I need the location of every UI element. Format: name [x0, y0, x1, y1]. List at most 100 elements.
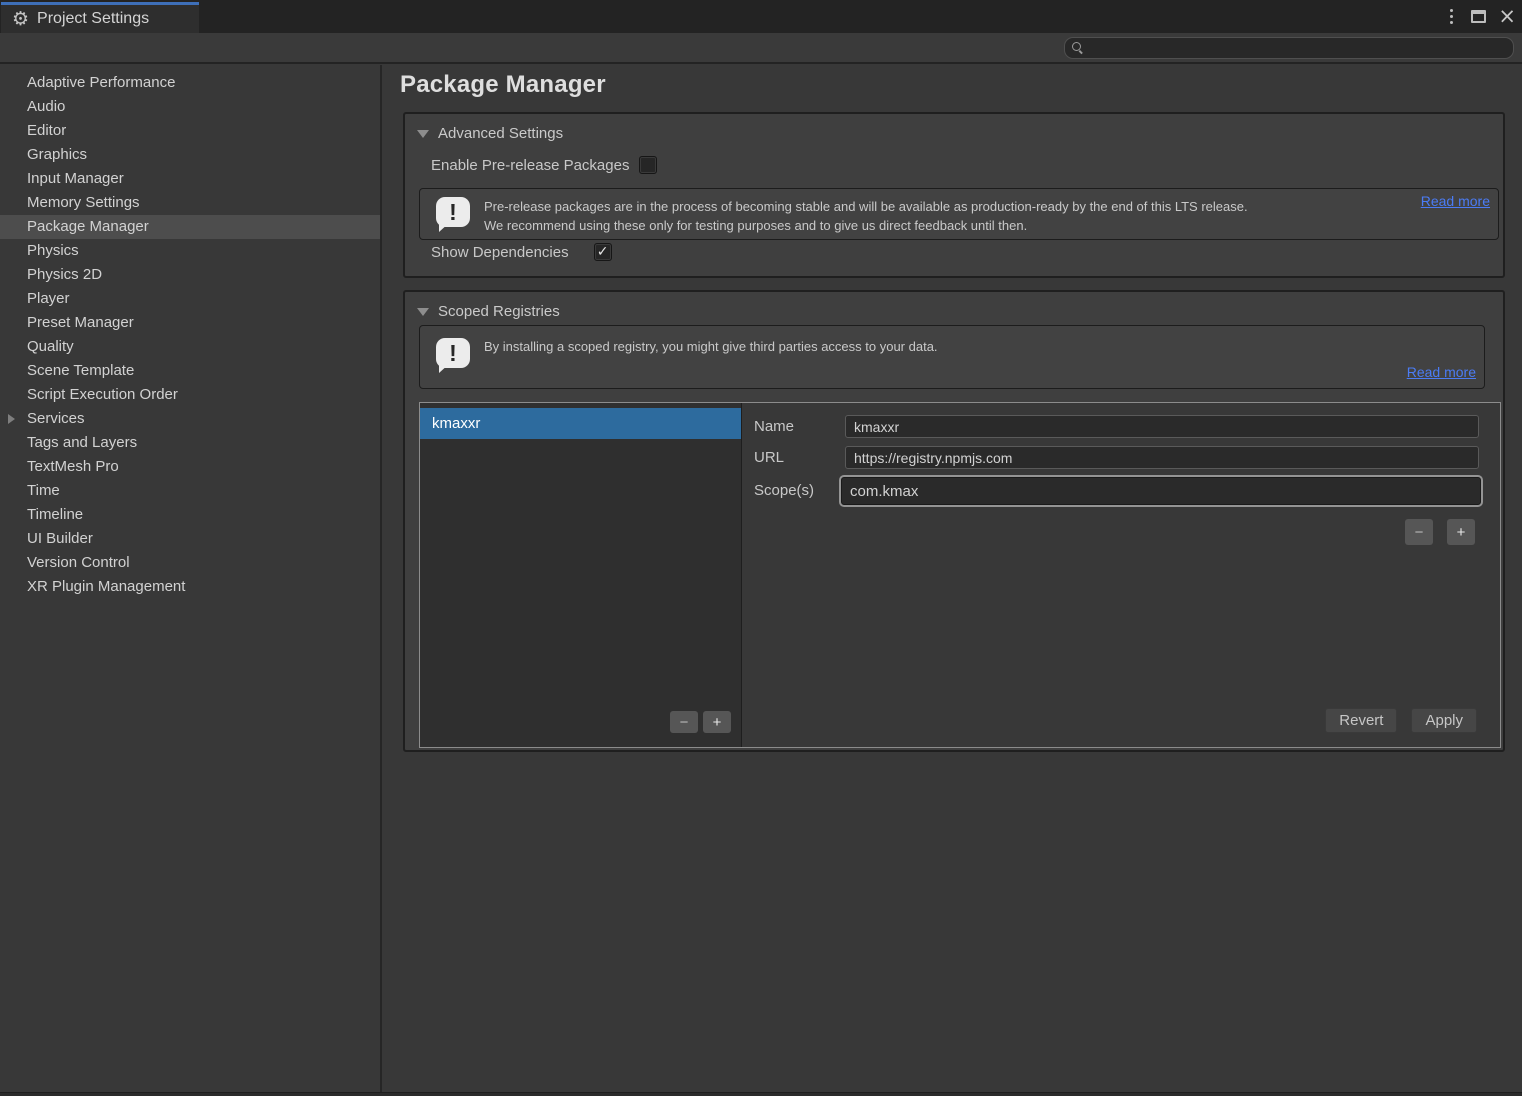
sidebar-item-label: Player: [27, 290, 70, 307]
foldout-open-icon: [417, 130, 429, 138]
sidebar-item-adaptive-performance[interactable]: Adaptive Performance: [0, 71, 380, 95]
scoped-info-text: By installing a scoped registry, you mig…: [484, 337, 1384, 356]
sidebar-item-label: Editor: [27, 122, 66, 139]
section-scoped-registries: Scoped Registries ! By installing a scop…: [403, 290, 1505, 752]
apply-button[interactable]: Apply: [1411, 708, 1477, 733]
sidebar-item-label: Memory Settings: [27, 194, 140, 211]
settings-sidebar: Adaptive Performance Audio Editor Graphics I…: [0, 65, 382, 1092]
add-scope-button[interactable]: +: [1447, 519, 1475, 545]
enable-prerelease-label: Enable Pre-release Packages: [431, 157, 629, 174]
maximize-icon[interactable]: [1471, 10, 1486, 23]
close-icon[interactable]: ×: [1498, 6, 1516, 27]
sidebar-item-label: Scene Template: [27, 362, 134, 379]
sidebar-item-label: Adaptive Performance: [27, 74, 175, 91]
sidebar-item-time[interactable]: Time: [0, 479, 380, 503]
page-title: Package Manager: [400, 71, 606, 99]
sidebar-item-label: Audio: [27, 98, 65, 115]
kebab-menu-icon[interactable]: [1444, 5, 1459, 28]
sidebar-item-label: Time: [27, 482, 60, 499]
sidebar-item-graphics[interactable]: Graphics: [0, 143, 380, 167]
sidebar-item-package-manager[interactable]: Package Manager: [0, 215, 380, 239]
sidebar-item-label: Quality: [27, 338, 74, 355]
registry-editor: kmaxxr − + Name URL Scope(s) − +: [419, 402, 1501, 748]
sidebar-item-timeline[interactable]: Timeline: [0, 503, 380, 527]
prerelease-info-box: ! Pre-release packages are in the proces…: [419, 188, 1499, 240]
scopes-field[interactable]: [841, 477, 1481, 505]
sidebar-item-label: Script Execution Order: [27, 386, 178, 403]
registry-list-item[interactable]: kmaxxr: [420, 408, 741, 439]
sidebar-item-label: Services: [27, 410, 85, 427]
sidebar-item-label: UI Builder: [27, 530, 93, 547]
registry-actions: Revert Apply: [1325, 708, 1477, 733]
advanced-settings-foldout[interactable]: Advanced Settings: [417, 125, 563, 142]
scopes-label: Scope(s): [754, 482, 814, 499]
sidebar-item-label: Physics 2D: [27, 266, 102, 283]
sidebar-item-label: Physics: [27, 242, 79, 259]
sidebar-item-script-execution-order[interactable]: Script Execution Order: [0, 383, 380, 407]
prerelease-info-text: Pre-release packages are in the process …: [484, 197, 1254, 235]
name-field[interactable]: [845, 415, 1479, 438]
toolbar: [0, 33, 1522, 64]
sidebar-item-textmesh-pro[interactable]: TextMesh Pro: [0, 455, 380, 479]
scoped-registries-foldout[interactable]: Scoped Registries: [417, 303, 560, 320]
sidebar-item-xr-plugin-management[interactable]: XR Plugin Management: [0, 575, 380, 599]
show-dependencies-checkbox[interactable]: ✓: [594, 243, 612, 261]
read-more-link[interactable]: Read more: [1407, 364, 1476, 380]
sidebar-item-label: Package Manager: [27, 218, 149, 235]
sidebar-item-quality[interactable]: Quality: [0, 335, 380, 359]
info-icon: !: [436, 338, 470, 372]
sidebar-item-physics[interactable]: Physics: [0, 239, 380, 263]
search-input[interactable]: [1089, 41, 1489, 56]
registry-list: kmaxxr − +: [420, 403, 742, 747]
url-field[interactable]: [845, 446, 1479, 469]
sidebar-item-services[interactable]: Services: [0, 407, 380, 431]
search-field[interactable]: [1064, 37, 1514, 59]
sidebar-item-label: Graphics: [27, 146, 87, 163]
sidebar-item-memory-settings[interactable]: Memory Settings: [0, 191, 380, 215]
expand-arrow-icon[interactable]: [8, 414, 15, 424]
registry-detail: Name URL Scope(s) − + Revert Apply: [743, 403, 1500, 747]
name-label: Name: [754, 418, 794, 435]
sidebar-item-preset-manager[interactable]: Preset Manager: [0, 311, 380, 335]
search-icon: [1072, 42, 1084, 54]
sidebar-item-tags-and-layers[interactable]: Tags and Layers: [0, 431, 380, 455]
read-more-link[interactable]: Read more: [1421, 193, 1490, 209]
info-icon: !: [436, 197, 470, 231]
section-advanced-settings: Advanced Settings Enable Pre-release Pac…: [403, 112, 1505, 278]
add-registry-button[interactable]: +: [703, 711, 731, 733]
remove-scope-button[interactable]: −: [1405, 519, 1433, 545]
scoped-info-box: ! By installing a scoped registry, you m…: [419, 325, 1485, 389]
sidebar-item-ui-builder[interactable]: UI Builder: [0, 527, 380, 551]
sidebar-item-label: Preset Manager: [27, 314, 134, 331]
sidebar-item-label: Version Control: [27, 554, 130, 571]
sidebar-item-physics-2d[interactable]: Physics 2D: [0, 263, 380, 287]
sidebar-item-input-manager[interactable]: Input Manager: [0, 167, 380, 191]
sidebar-item-scene-template[interactable]: Scene Template: [0, 359, 380, 383]
remove-registry-button[interactable]: −: [670, 711, 698, 733]
sidebar-item-player[interactable]: Player: [0, 287, 380, 311]
project-settings-window: ⚙ Project Settings × Adaptive Performanc…: [0, 0, 1522, 1096]
foldout-open-icon: [417, 308, 429, 316]
window-bottom-edge: [0, 1092, 1522, 1096]
registry-list-buttons: − +: [670, 711, 731, 733]
sidebar-item-label: TextMesh Pro: [27, 458, 119, 475]
revert-button[interactable]: Revert: [1325, 708, 1397, 733]
tab-project-settings[interactable]: ⚙ Project Settings: [1, 2, 199, 33]
section-title: Scoped Registries: [438, 303, 560, 320]
sidebar-item-label: Timeline: [27, 506, 83, 523]
sidebar-item-label: Input Manager: [27, 170, 124, 187]
titlebar: ⚙ Project Settings ×: [0, 0, 1522, 33]
section-title: Advanced Settings: [438, 125, 563, 142]
scope-buttons: − +: [1405, 519, 1475, 545]
gear-icon: ⚙: [12, 10, 29, 29]
enable-prerelease-checkbox[interactable]: [639, 156, 657, 174]
main-panel: Package Manager Advanced Settings Enable…: [383, 65, 1522, 1092]
window-controls: ×: [1444, 0, 1516, 33]
url-label: URL: [754, 449, 784, 466]
window-title: Project Settings: [37, 10, 149, 28]
show-dependencies-label: Show Dependencies: [431, 244, 569, 261]
sidebar-item-version-control[interactable]: Version Control: [0, 551, 380, 575]
sidebar-item-editor[interactable]: Editor: [0, 119, 380, 143]
sidebar-item-audio[interactable]: Audio: [0, 95, 380, 119]
sidebar-item-label: XR Plugin Management: [27, 578, 185, 595]
